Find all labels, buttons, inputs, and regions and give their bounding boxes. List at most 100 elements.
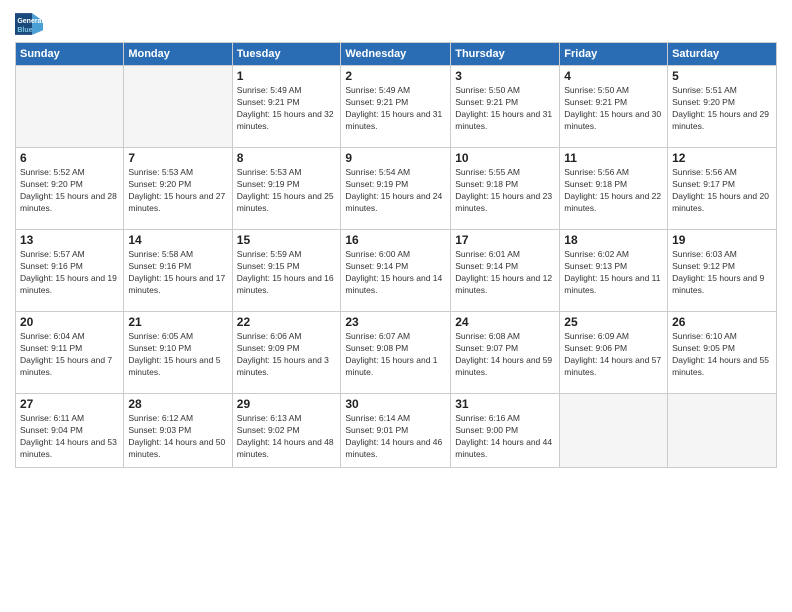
calendar-cell: 5 Sunrise: 5:51 AMSunset: 9:20 PMDaylight… xyxy=(668,66,777,148)
day-info: Sunrise: 6:08 AMSunset: 9:07 PMDaylight:… xyxy=(455,331,555,379)
calendar-cell: 1Sunrise: 5:49 AMSunset: 9:21 PMDaylight… xyxy=(232,66,341,148)
day-number: 5 xyxy=(672,69,772,83)
day-info: Sunrise: 6:14 AMSunset: 9:01 PMDaylight:… xyxy=(345,413,446,461)
day-number: 29 xyxy=(237,397,337,411)
day-info: Sunrise: 5:51 AMSunset: 9:20 PMDaylight:… xyxy=(672,85,772,133)
day-header-thursday: Thursday xyxy=(451,43,560,66)
day-info: Sunrise: 5:58 AMSunset: 9:16 PMDaylight:… xyxy=(128,249,227,297)
calendar-cell xyxy=(560,394,668,468)
day-number: 13 xyxy=(20,233,119,247)
day-number: 25 xyxy=(564,315,663,329)
day-info: Sunrise: 5:53 AMSunset: 9:19 PMDaylight:… xyxy=(237,167,337,215)
day-info: Sunrise: 6:01 AMSunset: 9:14 PMDaylight:… xyxy=(455,249,555,297)
day-info: Sunrise: 6:10 AMSunset: 9:05 PMDaylight:… xyxy=(672,331,772,379)
header: General Blue xyxy=(15,10,777,38)
calendar-cell: 31 Sunrise: 6:16 AMSunset: 9:00 PMDayligh… xyxy=(451,394,560,468)
day-number: 19 xyxy=(672,233,772,247)
day-info: Sunrise: 6:13 AMSunset: 9:02 PMDaylight:… xyxy=(237,413,337,461)
calendar-cell: 2 Sunrise: 5:49 AMSunset: 9:21 PMDaylight… xyxy=(341,66,451,148)
day-number: 26 xyxy=(672,315,772,329)
calendar-cell: 11Sunrise: 5:56 AMSunset: 9:18 PMDayligh… xyxy=(560,148,668,230)
calendar-cell: 26 Sunrise: 6:10 AMSunset: 9:05 PMDayligh… xyxy=(668,312,777,394)
day-number: 30 xyxy=(345,397,446,411)
calendar-cell: 25 Sunrise: 6:09 AMSunset: 9:06 PMDayligh… xyxy=(560,312,668,394)
day-number: 17 xyxy=(455,233,555,247)
calendar-cell: 17 Sunrise: 6:01 AMSunset: 9:14 PMDayligh… xyxy=(451,230,560,312)
day-info: Sunrise: 6:02 AMSunset: 9:13 PMDaylight:… xyxy=(564,249,663,297)
calendar-cell: 7Sunrise: 5:53 AMSunset: 9:20 PMDaylight… xyxy=(124,148,232,230)
calendar-cell: 9 Sunrise: 5:54 AMSunset: 9:19 PMDaylight… xyxy=(341,148,451,230)
day-info: Sunrise: 6:12 AMSunset: 9:03 PMDaylight:… xyxy=(128,413,227,461)
day-number: 10 xyxy=(455,151,555,165)
day-number: 27 xyxy=(20,397,119,411)
day-info: Sunrise: 6:11 AMSunset: 9:04 PMDaylight:… xyxy=(20,413,119,461)
day-header-sunday: Sunday xyxy=(16,43,124,66)
week-row-1: 6 Sunrise: 5:52 AMSunset: 9:20 PMDaylight… xyxy=(16,148,777,230)
week-row-2: 13 Sunrise: 5:57 AMSunset: 9:16 PMDayligh… xyxy=(16,230,777,312)
day-number: 3 xyxy=(455,69,555,83)
calendar-cell: 29 Sunrise: 6:13 AMSunset: 9:02 PMDayligh… xyxy=(232,394,341,468)
day-number: 18 xyxy=(564,233,663,247)
day-header-monday: Monday xyxy=(124,43,232,66)
calendar-cell: 3 Sunrise: 5:50 AMSunset: 9:21 PMDaylight… xyxy=(451,66,560,148)
logo: General Blue xyxy=(15,10,43,38)
day-info: Sunrise: 5:50 AMSunset: 9:21 PMDaylight:… xyxy=(455,85,555,133)
calendar-cell: 30 Sunrise: 6:14 AMSunset: 9:01 PMDayligh… xyxy=(341,394,451,468)
calendar-cell: 21 Sunrise: 6:05 AMSunset: 9:10 PMDayligh… xyxy=(124,312,232,394)
calendar-cell: 10Sunrise: 5:55 AMSunset: 9:18 PMDayligh… xyxy=(451,148,560,230)
day-info: Sunrise: 5:57 AMSunset: 9:16 PMDaylight:… xyxy=(20,249,119,297)
calendar-cell: 13 Sunrise: 5:57 AMSunset: 9:16 PMDayligh… xyxy=(16,230,124,312)
day-info: Sunrise: 5:56 AMSunset: 9:17 PMDaylight:… xyxy=(672,167,772,215)
day-number: 11 xyxy=(564,151,663,165)
week-row-0: 1Sunrise: 5:49 AMSunset: 9:21 PMDaylight… xyxy=(16,66,777,148)
calendar-cell: 24 Sunrise: 6:08 AMSunset: 9:07 PMDayligh… xyxy=(451,312,560,394)
day-number: 12 xyxy=(672,151,772,165)
day-number: 4 xyxy=(564,69,663,83)
day-info: Sunrise: 6:03 AMSunset: 9:12 PMDaylight:… xyxy=(672,249,772,297)
calendar-cell: 4 Sunrise: 5:50 AMSunset: 9:21 PMDaylight… xyxy=(560,66,668,148)
day-info: Sunrise: 5:49 AMSunset: 9:21 PMDaylight:… xyxy=(237,85,337,133)
day-number: 31 xyxy=(455,397,555,411)
calendar-cell: 6 Sunrise: 5:52 AMSunset: 9:20 PMDaylight… xyxy=(16,148,124,230)
calendar-cell: 15 Sunrise: 5:59 AMSunset: 9:15 PMDayligh… xyxy=(232,230,341,312)
day-info: Sunrise: 5:52 AMSunset: 9:20 PMDaylight:… xyxy=(20,167,119,215)
day-info: Sunrise: 5:50 AMSunset: 9:21 PMDaylight:… xyxy=(564,85,663,133)
day-number: 28 xyxy=(128,397,227,411)
calendar-cell xyxy=(16,66,124,148)
calendar-cell: 8 Sunrise: 5:53 AMSunset: 9:19 PMDaylight… xyxy=(232,148,341,230)
day-number: 8 xyxy=(237,151,337,165)
day-info: Sunrise: 5:54 AMSunset: 9:19 PMDaylight:… xyxy=(345,167,446,215)
day-info: Sunrise: 5:53 AMSunset: 9:20 PMDaylight:… xyxy=(128,167,227,215)
calendar-cell: 14 Sunrise: 5:58 AMSunset: 9:16 PMDayligh… xyxy=(124,230,232,312)
day-info: Sunrise: 5:49 AMSunset: 9:21 PMDaylight:… xyxy=(345,85,446,133)
day-header-friday: Friday xyxy=(560,43,668,66)
day-info: Sunrise: 5:59 AMSunset: 9:15 PMDaylight:… xyxy=(237,249,337,297)
calendar-cell xyxy=(668,394,777,468)
day-number: 24 xyxy=(455,315,555,329)
day-number: 21 xyxy=(128,315,227,329)
calendar-cell: 23Sunrise: 6:07 AMSunset: 9:08 PMDayligh… xyxy=(341,312,451,394)
day-info: Sunrise: 6:05 AMSunset: 9:10 PMDaylight:… xyxy=(128,331,227,379)
calendar-cell: 22Sunrise: 6:06 AMSunset: 9:09 PMDayligh… xyxy=(232,312,341,394)
logo-icon: General Blue xyxy=(15,10,43,38)
calendar-cell: 18 Sunrise: 6:02 AMSunset: 9:13 PMDayligh… xyxy=(560,230,668,312)
day-info: Sunrise: 6:04 AMSunset: 9:11 PMDaylight:… xyxy=(20,331,119,379)
day-number: 6 xyxy=(20,151,119,165)
day-number: 14 xyxy=(128,233,227,247)
calendar-cell xyxy=(124,66,232,148)
calendar-cell: 28 Sunrise: 6:12 AMSunset: 9:03 PMDayligh… xyxy=(124,394,232,468)
day-number: 16 xyxy=(345,233,446,247)
calendar: SundayMondayTuesdayWednesdayThursdayFrid… xyxy=(15,42,777,468)
svg-text:Blue: Blue xyxy=(17,27,32,34)
day-info: Sunrise: 6:09 AMSunset: 9:06 PMDaylight:… xyxy=(564,331,663,379)
day-number: 2 xyxy=(345,69,446,83)
day-number: 9 xyxy=(345,151,446,165)
day-info: Sunrise: 6:06 AMSunset: 9:09 PMDaylight:… xyxy=(237,331,337,379)
day-info: Sunrise: 6:16 AMSunset: 9:00 PMDaylight:… xyxy=(455,413,555,461)
day-header-tuesday: Tuesday xyxy=(232,43,341,66)
day-number: 15 xyxy=(237,233,337,247)
week-row-4: 27 Sunrise: 6:11 AMSunset: 9:04 PMDayligh… xyxy=(16,394,777,468)
calendar-cell: 12 Sunrise: 5:56 AMSunset: 9:17 PMDayligh… xyxy=(668,148,777,230)
calendar-cell: 27 Sunrise: 6:11 AMSunset: 9:04 PMDayligh… xyxy=(16,394,124,468)
calendar-cell: 16Sunrise: 6:00 AMSunset: 9:14 PMDayligh… xyxy=(341,230,451,312)
